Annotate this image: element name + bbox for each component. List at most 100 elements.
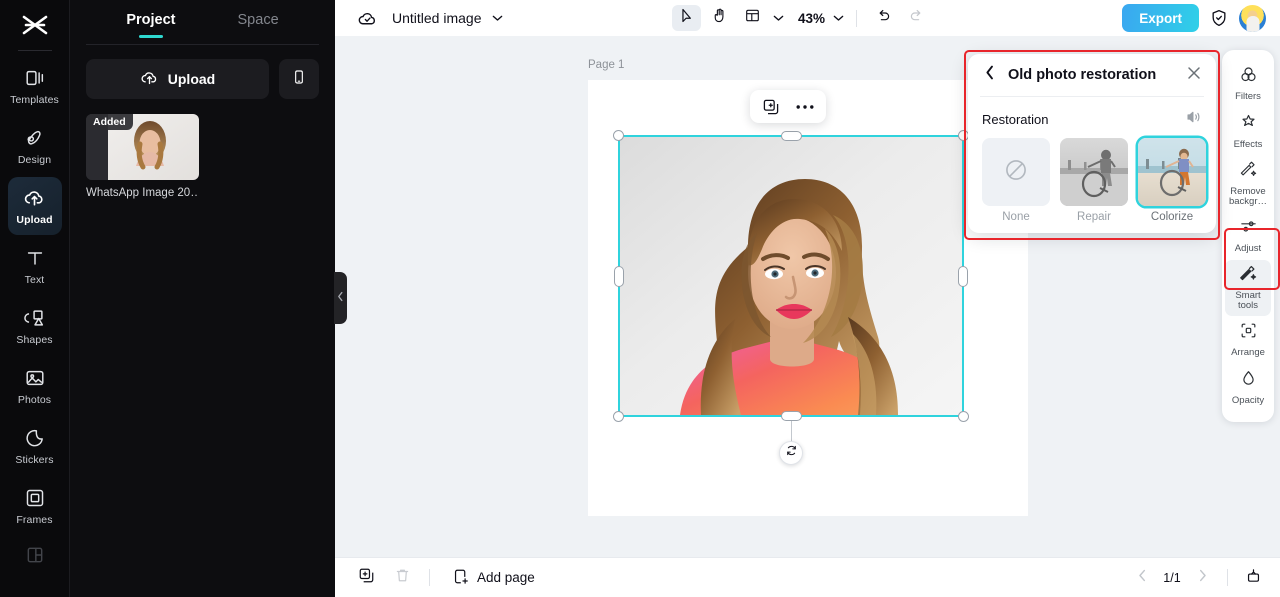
filters-icon bbox=[1239, 65, 1258, 89]
toolbar-divider bbox=[856, 9, 858, 27]
chevron-down-icon[interactable] bbox=[492, 14, 503, 22]
close-icon bbox=[1187, 66, 1201, 85]
canvas-tool-group: 43% bbox=[672, 0, 931, 36]
restoration-option-none[interactable]: None bbox=[982, 138, 1050, 223]
sidebar-item-layouts[interactable] bbox=[8, 545, 62, 585]
resize-handle-bottom-right[interactable] bbox=[958, 411, 969, 422]
opacity-icon bbox=[1239, 369, 1258, 393]
selected-image[interactable] bbox=[613, 130, 969, 465]
sidebar-item-stickers[interactable]: Stickers bbox=[8, 417, 62, 475]
resize-handle-right[interactable] bbox=[958, 265, 968, 287]
avatar[interactable] bbox=[1239, 4, 1266, 32]
sidebar-item-design[interactable]: Design bbox=[8, 117, 62, 175]
expand-panel-button[interactable] bbox=[1242, 567, 1264, 589]
delete-page-button[interactable] bbox=[391, 567, 413, 589]
panel-collapse-handle[interactable] bbox=[334, 272, 347, 324]
list-item[interactable]: Added WhatsApp Image 20… bbox=[86, 114, 199, 199]
selection-float-toolbar bbox=[750, 90, 826, 123]
topbar-right-group: Export bbox=[1122, 0, 1280, 36]
zoom-caret-button[interactable] bbox=[833, 14, 844, 22]
asset-thumbnail[interactable]: Added bbox=[86, 114, 199, 180]
smart-tools-icon bbox=[1239, 264, 1258, 288]
undo-button[interactable] bbox=[869, 5, 898, 31]
prev-page-button[interactable] bbox=[1131, 567, 1153, 589]
layout-tool-button[interactable] bbox=[738, 5, 767, 31]
sidebar-item-text[interactable]: Text bbox=[8, 237, 62, 295]
duplicate-button[interactable] bbox=[762, 98, 780, 116]
tab-remove-background[interactable]: Remove backgr… bbox=[1225, 156, 1271, 212]
option-thumbnail bbox=[982, 138, 1050, 206]
tab-label: Effects bbox=[1233, 139, 1263, 151]
redo-icon bbox=[908, 7, 925, 29]
chevron-left-icon bbox=[985, 65, 995, 85]
upload-button[interactable]: Upload bbox=[86, 59, 269, 99]
adjust-sliders-icon bbox=[1239, 217, 1258, 241]
tab-project[interactable]: Project bbox=[124, 6, 177, 38]
resize-handle-top-left[interactable] bbox=[613, 130, 624, 141]
close-button[interactable] bbox=[1184, 65, 1204, 85]
bottom-right-divider bbox=[1227, 569, 1228, 586]
asset-name: WhatsApp Image 20… bbox=[86, 187, 199, 199]
tab-smart-tools[interactable]: Smart tools bbox=[1225, 259, 1271, 316]
rotate-handle[interactable] bbox=[779, 441, 803, 465]
undo-icon bbox=[875, 7, 892, 29]
zoom-level[interactable]: 43% bbox=[798, 11, 825, 26]
add-page-button[interactable]: Add page bbox=[452, 568, 535, 588]
tab-label: Smart tools bbox=[1235, 289, 1261, 312]
tab-arrange[interactable]: Arrange bbox=[1225, 316, 1271, 364]
cloud-saved-icon[interactable] bbox=[357, 8, 378, 29]
section-label: Restoration bbox=[982, 112, 1049, 127]
next-page-button[interactable] bbox=[1191, 567, 1213, 589]
sidebar-item-label: Photos bbox=[17, 393, 52, 406]
add-page-icon bbox=[452, 568, 469, 588]
option-label: Colorize bbox=[1150, 211, 1194, 223]
upload-from-phone-button[interactable] bbox=[279, 59, 319, 99]
right-tool-sidebar: Filters Effects Remove backgr… Adjust Sm… bbox=[1222, 50, 1274, 422]
tab-opacity[interactable]: Opacity bbox=[1225, 364, 1271, 412]
sidebar-item-photos[interactable]: Photos bbox=[8, 357, 62, 415]
tab-adjust[interactable]: Adjust bbox=[1225, 212, 1271, 260]
duplicate-page-button[interactable] bbox=[355, 567, 377, 589]
sidebar-item-shapes[interactable]: Shapes bbox=[8, 297, 62, 355]
select-tool-button[interactable] bbox=[672, 5, 701, 31]
sidebar-item-templates[interactable]: Templates bbox=[8, 57, 62, 115]
rotate-icon bbox=[785, 444, 798, 462]
sidebar-item-upload[interactable]: Upload bbox=[7, 177, 62, 235]
option-label: None bbox=[1002, 211, 1030, 223]
resize-handle-top[interactable] bbox=[780, 131, 802, 141]
compare-toggle-button[interactable] bbox=[1186, 109, 1202, 130]
restoration-option-colorize[interactable]: Colorize bbox=[1138, 138, 1206, 223]
restoration-option-repair[interactable]: Repair bbox=[1060, 138, 1128, 223]
page-title: Old photo restoration bbox=[1008, 67, 1157, 83]
tab-space[interactable]: Space bbox=[236, 6, 281, 38]
capcut-logo-icon[interactable] bbox=[0, 2, 69, 48]
tab-filters[interactable]: Filters bbox=[1225, 60, 1271, 108]
redo-button[interactable] bbox=[902, 5, 931, 31]
document-title[interactable]: Untitled image bbox=[392, 10, 482, 26]
bottom-toolbar: Add page 1/1 bbox=[335, 557, 1280, 597]
tab-effects[interactable]: Effects bbox=[1225, 108, 1271, 156]
project-panel: Project Space Upload Added WhatsApp Imag… bbox=[70, 0, 335, 597]
sidebar-item-label: Templates bbox=[10, 93, 59, 106]
page-layout-icon bbox=[744, 7, 761, 29]
upload-row: Upload bbox=[70, 45, 335, 99]
rail-divider bbox=[17, 50, 52, 51]
effects-icon bbox=[1239, 113, 1258, 137]
compare-toggle-icon bbox=[1186, 109, 1202, 130]
mobile-phone-icon bbox=[291, 69, 307, 90]
shield-check-icon[interactable] bbox=[1209, 8, 1229, 28]
layout-caret-button[interactable] bbox=[773, 14, 784, 22]
sidebar-item-frames[interactable]: Frames bbox=[8, 477, 62, 535]
hand-icon bbox=[711, 7, 728, 29]
more-options-button[interactable] bbox=[796, 104, 814, 110]
back-button[interactable] bbox=[980, 65, 1000, 85]
panel-header: Old photo restoration bbox=[968, 54, 1216, 96]
expand-panel-icon bbox=[1245, 567, 1262, 589]
export-button[interactable]: Export bbox=[1122, 4, 1199, 32]
resize-handle-left[interactable] bbox=[614, 265, 624, 287]
tab-label: Opacity bbox=[1231, 395, 1265, 407]
bottom-left-group: Add page bbox=[335, 567, 535, 589]
hand-tool-button[interactable] bbox=[705, 5, 734, 31]
resize-handle-bottom-left[interactable] bbox=[613, 411, 624, 422]
resize-handle-bottom[interactable] bbox=[780, 411, 802, 421]
